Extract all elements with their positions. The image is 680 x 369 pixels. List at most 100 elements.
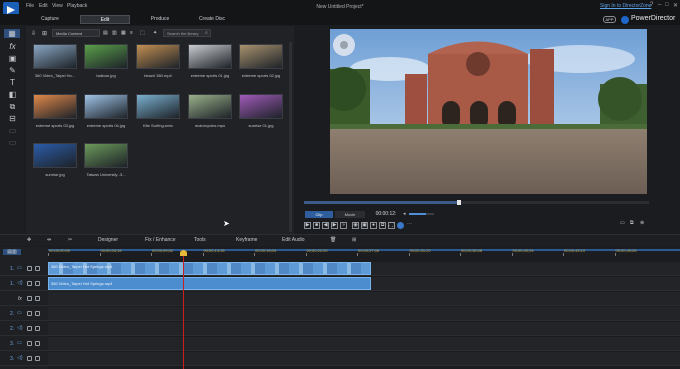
library-thumbnail[interactable] [84,94,128,119]
movie-mode-button[interactable]: Movie [335,211,365,218]
effect-room-icon[interactable]: fx [8,42,17,51]
cut-icon[interactable]: ✂ [68,237,72,243]
tools-button[interactable]: Tools [194,237,206,243]
track-header[interactable] [0,337,48,351]
track-header[interactable] [0,307,48,321]
preview-video-frame[interactable] [330,29,647,194]
library-thumbnail[interactable] [239,94,283,119]
track-enable-checkbox[interactable] [27,356,32,361]
store-icon[interactable]: ✦ [153,30,157,36]
particle-room-icon[interactable]: ✎ [8,66,17,75]
more-options-icon[interactable]: ⋯ [406,222,413,229]
track-lock-icon[interactable] [35,311,40,316]
track-lock-icon[interactable] [35,341,40,346]
sort-icon[interactable]: ▥ [112,30,117,36]
timeline-settings-icon[interactable]: ✥ [27,237,31,243]
track-header[interactable] [0,292,48,306]
track-view-toggle[interactable]: ▤▥ [3,249,21,255]
tab-produce[interactable]: Produce [140,15,180,24]
more-tools-icon[interactable]: ⊞ [352,237,356,243]
track-header[interactable] [0,352,48,366]
voiceover-icon[interactable]: ⊟ [8,114,17,123]
library-thumbnail[interactable] [33,143,77,168]
chapter-room-icon[interactable]: ▭ [8,126,17,135]
fullscreen-button[interactable]: ⛶ [388,222,395,229]
record-button[interactable]: ● [370,222,377,229]
transition-room-icon[interactable]: ◧ [8,90,17,99]
track-lock-icon[interactable] [35,296,40,301]
minimize-button[interactable]: – [658,2,661,8]
search-icon[interactable]: ⌕ [205,30,208,36]
stop-button[interactable]: ■ [313,222,320,229]
designer-button[interactable]: Designer [98,237,118,243]
track-lane[interactable] [48,292,680,306]
library-filter-select[interactable]: Media Content [52,29,100,37]
library-thumbnail[interactable] [84,44,128,69]
track-enable-checkbox[interactable] [27,326,32,331]
library-thumbnail[interactable] [239,44,283,69]
library-thumbnail[interactable] [33,94,77,119]
delete-icon[interactable]: 🗑 [330,237,336,243]
next-frame-button[interactable]: ▶ [331,222,338,229]
title-room-icon[interactable]: T [8,78,17,87]
explorer-icon[interactable]: ▦ [121,30,126,36]
tag-icon[interactable]: ⬚ [140,30,145,36]
library-thumbnail[interactable] [84,143,128,168]
track-enable-checkbox[interactable] [27,296,32,301]
keyframe-button[interactable]: Keyframe [236,237,257,243]
library-thumbnail[interactable] [136,94,180,119]
close-button[interactable]: ✕ [673,2,678,9]
audio-mixing-icon[interactable]: ⧉ [8,102,17,111]
track-enable-checkbox[interactable] [27,311,32,316]
tab-create-disc[interactable]: Create Disc [190,15,234,24]
subtitle-room-icon[interactable]: ▭ [8,138,17,147]
track-enable-checkbox[interactable] [27,341,32,346]
track-enable-checkbox[interactable] [27,281,32,286]
fast-forward-button[interactable]: » [340,222,347,229]
help-button[interactable]: ? [650,2,653,8]
track-lock-icon[interactable] [35,356,40,361]
zoom-icon[interactable]: ⊕ [640,220,656,228]
plugins-icon[interactable]: ⊞ [42,30,47,37]
view-icon[interactable]: ▤ [103,30,108,36]
track-header[interactable] [0,262,48,276]
track-lane[interactable] [48,322,680,336]
track-lane[interactable] [48,352,680,366]
play-button[interactable]: ▶ [304,222,311,229]
library-search-input[interactable]: Search the library [163,29,211,37]
library-thumbnail[interactable] [33,44,77,69]
track-header[interactable] [0,277,48,291]
prev-frame-button[interactable]: ◀ [322,222,329,229]
library-thumbnail[interactable] [136,44,180,69]
track-lane[interactable] [48,337,680,351]
library-thumbnail[interactable] [188,44,232,69]
track-lane[interactable] [48,307,680,321]
snapshot-button[interactable]: ◉ [352,222,359,229]
track-lock-icon[interactable] [35,326,40,331]
volume-icon[interactable]: ◂ [403,211,406,217]
track-lock-icon[interactable] [35,281,40,286]
clip-mode-button[interactable]: Clip [305,211,333,218]
tab-edit[interactable]: Edit [80,15,130,24]
fix-enhance-button[interactable]: Fix / Enhance [145,237,176,243]
menu-icon[interactable]: ≡ [130,30,133,36]
track-header[interactable] [0,322,48,336]
360-view-button[interactable] [397,222,404,229]
maximize-button[interactable]: □ [665,2,669,8]
import-icon[interactable]: ⇩ [31,30,36,37]
app-badge[interactable]: APP [603,16,616,23]
scrub-handle[interactable] [457,200,461,205]
edit-audio-button[interactable]: Edit Audio [282,237,305,243]
track-lock-icon[interactable] [35,266,40,271]
split-icon[interactable]: ⇹ [47,237,51,243]
undock-button[interactable]: ⧉ [379,222,386,229]
signin-link[interactable]: Sign In to DirectorZone [600,3,651,9]
library-thumbnail[interactable] [188,94,232,119]
library-scrollbar[interactable] [289,42,292,232]
timecode-display[interactable]: 00:00:12: [370,211,402,218]
preview-quality-button[interactable]: ▣ [361,222,368,229]
playhead-handle[interactable] [180,250,187,256]
track-enable-checkbox[interactable] [27,266,32,271]
tab-capture[interactable]: Capture [30,15,70,24]
pip-room-icon[interactable]: ▣ [8,54,17,63]
